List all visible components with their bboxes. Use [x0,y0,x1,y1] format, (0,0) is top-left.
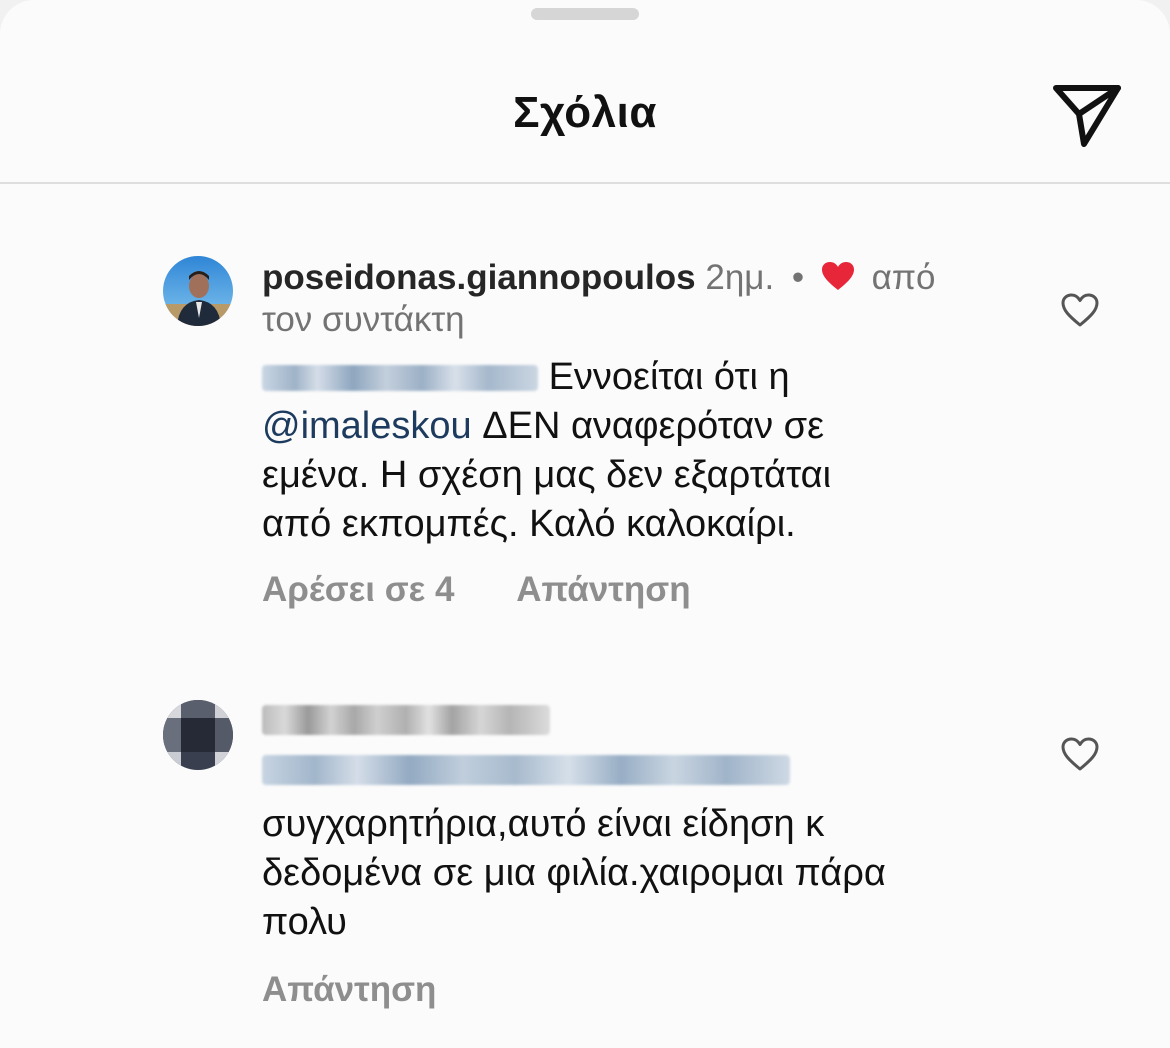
comments-sheet: Σχόλια poseidonas.giannopoulos 2ημ. • απ… [0,0,1170,1048]
avatar[interactable] [163,700,233,770]
comments-header: Σχόλια [0,0,1170,184]
likes-count-button[interactable]: Αρέσει σε 4 [262,570,454,609]
comment-time: 2ημ. [705,258,775,297]
pixelated-profile-photo-icon [163,700,233,770]
comment-actions: Απάντηση [262,968,436,1012]
comment-text: Εννοείται ότι η @imaleskou ΔΕΝ αναφερότα… [262,353,1022,549]
profile-photo-icon [163,256,233,326]
liked-by-author-suffix: τον συντάκτη [262,300,465,339]
redacted-username[interactable] [262,700,550,744]
comment-text-part: Εννοείται ότι η [548,356,790,398]
avatar[interactable] [163,256,233,326]
like-button[interactable] [1060,292,1100,328]
heart-filled-icon [821,262,854,290]
heart-outline-icon [1061,293,1099,327]
comment-item: poseidonas.giannopoulos 2ημ. • από τον σ… [0,250,1170,630]
comment-text-line: από εκπομπές. Καλό καλοκαίρι. [262,503,796,545]
redacted-mention [262,365,538,391]
share-button[interactable] [1046,80,1126,152]
comment-actions: Αρέσει σε 4 Απάντηση [262,568,691,612]
like-button[interactable] [1060,736,1100,772]
page-title: Σχόλια [513,88,657,137]
comment-text-line: @imaleskou ΔΕΝ αναφερόταν σε [262,402,1022,451]
comment-username[interactable]: poseidonas.giannopoulos [262,258,696,297]
liked-by-author-prefix: από [871,258,936,297]
redacted-username-bar [262,705,550,735]
mention-link[interactable]: @imaleskou [262,405,472,447]
reply-button[interactable]: Απάντηση [516,570,690,609]
comment-text-line: πολυ [262,901,347,943]
heart-outline-icon [1061,737,1099,771]
comment-item: συγχαρητήρια,αυτό είναι είδηση κ δεδομέν… [0,690,1170,1030]
comment-meta: poseidonas.giannopoulos 2ημ. • από [262,256,936,300]
comment-text: συγχαρητήρια,αυτό είναι είδηση κ δεδομέν… [262,800,1022,947]
comment-text-line: δεδομένα σε μια φιλία.χαιρομαι πάρα [262,852,886,894]
paper-plane-icon [1053,85,1121,147]
comment-text-part: ΔΕΝ αναφερόταν σε [482,405,825,447]
reply-button[interactable]: Απάντηση [262,970,436,1009]
comment-text-line: Εννοείται ότι η [262,353,1022,402]
redacted-mention [262,755,790,785]
comment-text-line: εμένα. Η σχέση μας δεν εξαρτάται [262,454,832,496]
comment-text-line: συγχαρητήρια,αυτό είναι είδηση κ [262,803,825,845]
separator-dot: • [791,258,805,297]
redacted-mention-line [262,750,790,794]
